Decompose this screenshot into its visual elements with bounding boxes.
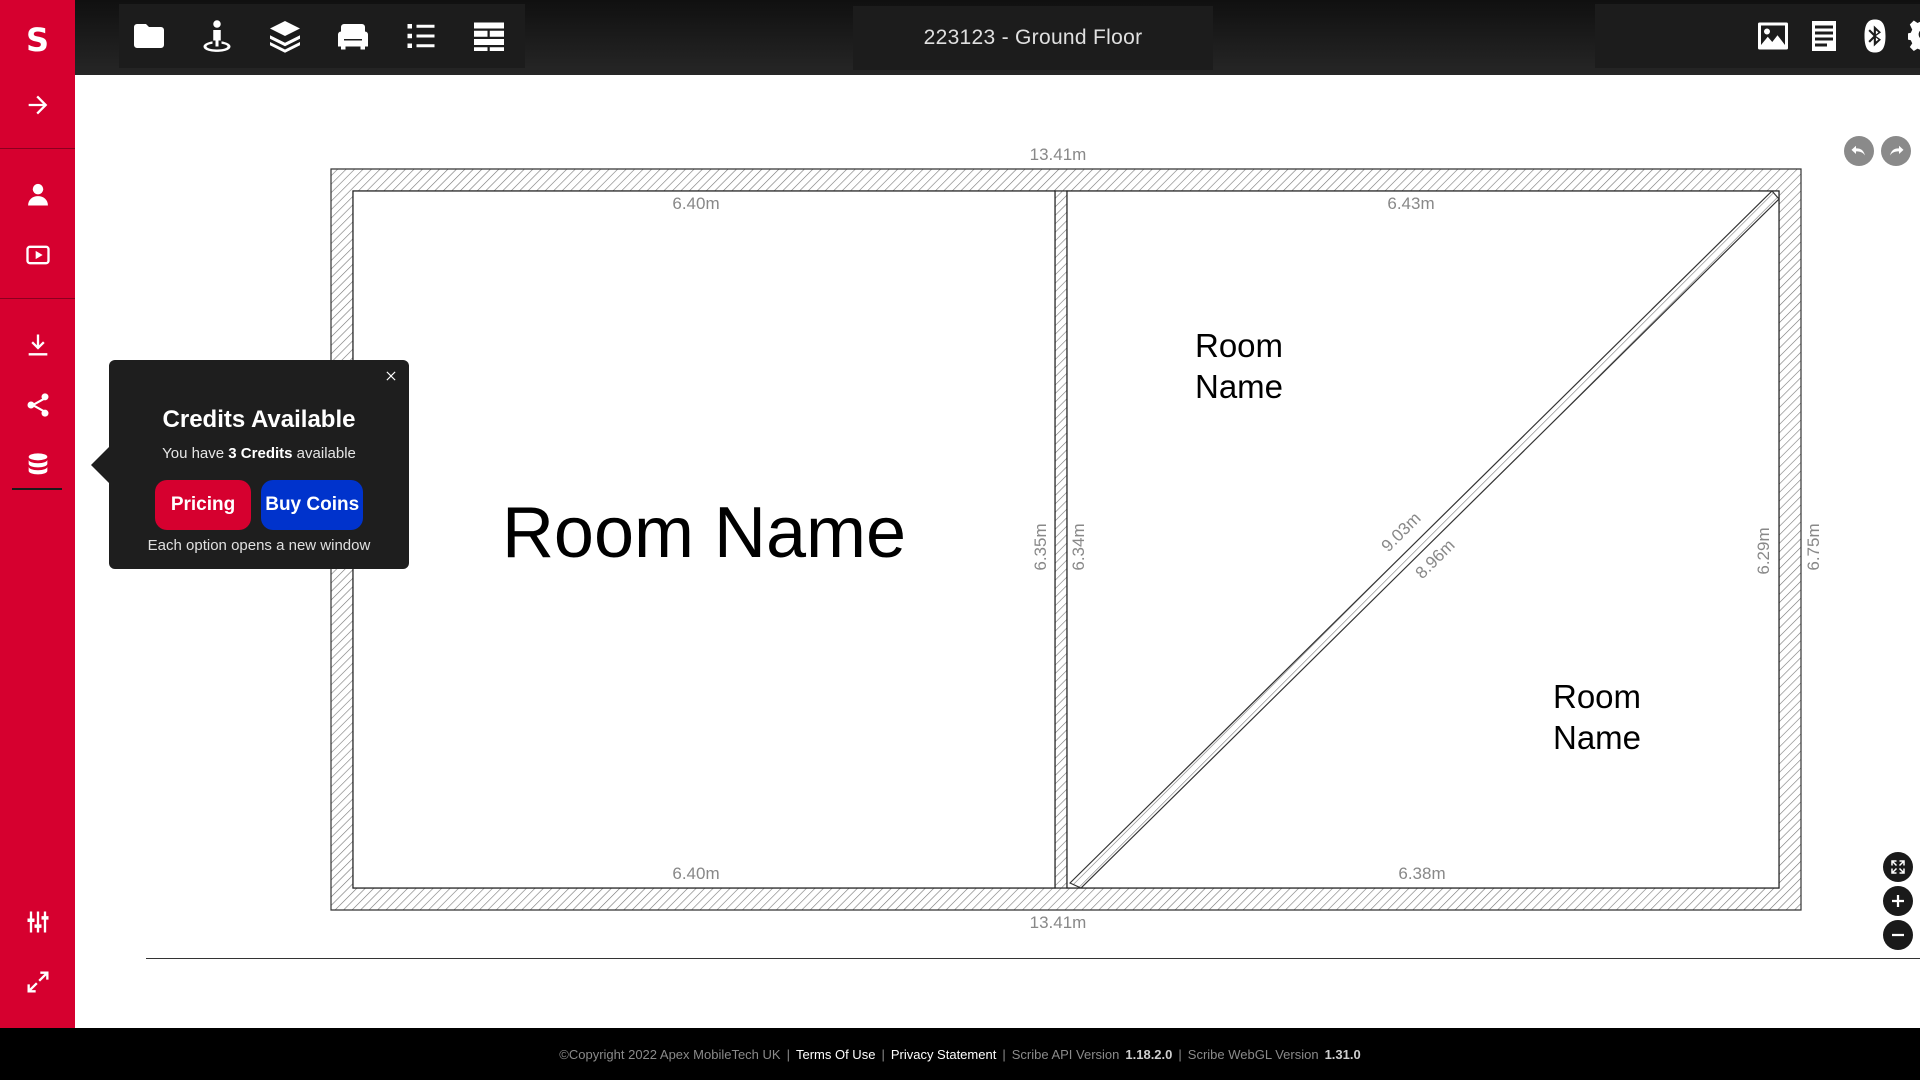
account-button[interactable] (0, 167, 75, 223)
footer-separator: | (881, 1046, 885, 1062)
dim-room2-left: 6.34m (1069, 523, 1088, 570)
fit-to-screen-button[interactable] (1883, 852, 1913, 882)
database-icon (28, 453, 47, 475)
room-label-large[interactable]: Room Name (502, 493, 906, 573)
dim-room1-right: 6.35m (1031, 523, 1050, 570)
dim-room1-top: 6.40m (672, 194, 719, 213)
api-version-label: Scribe API Version (1011, 1046, 1120, 1062)
buy-coins-button[interactable]: Buy Coins (261, 480, 364, 530)
redo-button[interactable] (1881, 136, 1911, 166)
layers-button[interactable] (263, 14, 307, 58)
webgl-version: 1.31.0 (1324, 1046, 1361, 1062)
redo-icon (1890, 145, 1904, 156)
list-icon (407, 24, 435, 48)
credits-count: 3 Credits (228, 445, 293, 462)
share-button[interactable] (0, 377, 75, 433)
fit-screen-icon (1891, 860, 1905, 874)
document-icon (1812, 21, 1836, 51)
settings-button[interactable] (1904, 14, 1920, 58)
webgl-version-label: Scribe WebGL Version (1187, 1046, 1319, 1062)
dim-top-outer: 13.41m (1030, 145, 1087, 164)
toolbar-right-group (1595, 4, 1920, 68)
undo-button[interactable] (1844, 136, 1874, 166)
dim-room1-bottom: 6.40m (672, 864, 719, 883)
sofa-icon (338, 24, 368, 50)
dim-room2-right: 6.29m (1754, 527, 1773, 574)
image-button[interactable] (1751, 14, 1795, 58)
credits-summary: You have 3 Credits available (109, 445, 409, 462)
room-label-3-line2[interactable]: Name (1553, 719, 1641, 756)
copyright-text: ©Copyright 2022 Apex MobileTech UK (559, 1046, 781, 1062)
close-popover-button[interactable] (381, 366, 401, 386)
canvas-baseline (146, 958, 1920, 959)
interior-wall[interactable] (1054, 190, 1068, 889)
close-icon (386, 371, 396, 381)
sliders-icon (27, 911, 48, 933)
room-label-2-line2[interactable]: Name (1195, 368, 1283, 405)
terms-link[interactable]: Terms Of Use (796, 1047, 875, 1062)
pricing-button[interactable]: Pricing (154, 480, 252, 530)
zoom-out-button[interactable] (1883, 920, 1913, 950)
bluetooth-icon (1864, 19, 1886, 53)
download-button[interactable] (0, 317, 75, 373)
api-version: 1.18.2.0 (1125, 1046, 1173, 1062)
fullscreen-button[interactable] (0, 954, 75, 1010)
folder-icon (134, 24, 164, 48)
dim-bottom-outer: 13.41m (1030, 913, 1087, 932)
gear-icon (1908, 20, 1920, 52)
download-icon (28, 334, 47, 356)
expand-icon (27, 971, 48, 993)
tutorial-video-button[interactable] (0, 227, 75, 283)
sidebar: S (0, 0, 75, 1028)
credits-popover: Credits Available You have 3 Credits ava… (91, 360, 409, 569)
credits-button[interactable] (0, 437, 75, 493)
credits-title: Credits Available (162, 406, 356, 433)
zoom-in-button[interactable] (1883, 886, 1913, 916)
toolbar-left-group (119, 4, 525, 68)
undo-icon (1851, 145, 1865, 156)
credits-actions: Pricing Buy Coins (109, 480, 409, 530)
dim-right-outer: 6.75m (1804, 523, 1823, 570)
image-icon (1758, 22, 1788, 50)
app-logo[interactable]: S (0, 14, 75, 66)
wall-icon (474, 22, 504, 51)
person-pin-icon (203, 20, 231, 52)
video-play-icon (25, 245, 50, 265)
plus-icon (1892, 895, 1904, 907)
open-folder-button[interactable] (127, 14, 171, 58)
footer: ©Copyright 2022 Apex MobileTech UK | Ter… (0, 1028, 1920, 1080)
dim-room2-bottom: 6.38m (1398, 864, 1445, 883)
user-icon (27, 183, 48, 206)
credits-note: Each option opens a new window (147, 537, 371, 554)
footer-separator: | (1178, 1046, 1182, 1062)
report-button[interactable] (1802, 14, 1846, 58)
list-button[interactable] (399, 14, 443, 58)
bluetooth-button[interactable] (1853, 14, 1897, 58)
room-label-2-line1[interactable]: Room (1195, 327, 1283, 364)
minus-icon (1892, 933, 1904, 937)
footer-separator: | (786, 1046, 790, 1062)
sidebar-divider (0, 298, 75, 299)
arrow-right-icon (28, 95, 47, 115)
active-indicator (12, 488, 62, 490)
settings-sliders-button[interactable] (0, 894, 75, 950)
room-label-3-line1[interactable]: Room (1553, 678, 1641, 715)
furniture-button[interactable] (331, 14, 375, 58)
credits-sub-prefix: You have (162, 445, 225, 462)
share-icon (27, 393, 48, 417)
footer-separator: | (1002, 1046, 1006, 1062)
top-toolbar: 223123 - Ground Floor (75, 0, 1920, 75)
dim-room2-top: 6.43m (1387, 194, 1434, 213)
sidebar-divider (0, 148, 75, 149)
credits-sub-suffix: available (296, 445, 356, 462)
walls-button[interactable] (467, 14, 511, 58)
project-title: 223123 - Ground Floor (853, 6, 1213, 70)
layers-icon (270, 21, 300, 53)
location-pin-button[interactable] (195, 14, 239, 58)
collapse-arrow-button[interactable] (0, 77, 75, 133)
privacy-link[interactable]: Privacy Statement (891, 1047, 997, 1062)
